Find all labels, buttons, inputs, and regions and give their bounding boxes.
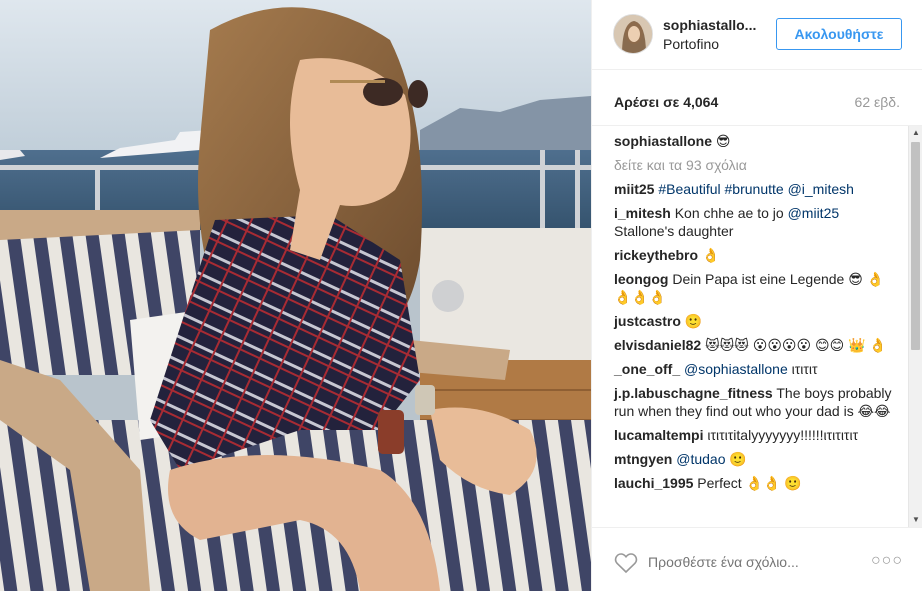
comment-text: 👌: [701, 247, 720, 263]
comment-username[interactable]: miit25: [614, 181, 654, 197]
add-comment-input[interactable]: [648, 550, 848, 574]
comment-username[interactable]: lauchi_1995: [614, 475, 693, 491]
comment-text-continued: Stallone's daughter: [614, 223, 734, 239]
comment-item: mtngyen @tudao 🙂: [614, 450, 897, 468]
comment-username[interactable]: elvisdaniel82: [614, 337, 701, 353]
caption-text: 😎: [715, 133, 731, 149]
comment-username[interactable]: j.p.labuschagne_fitness: [614, 385, 773, 401]
follow-button[interactable]: Ακολουθήστε: [776, 18, 902, 50]
comment-mention[interactable]: @miit25: [788, 205, 840, 221]
comment-item: i_mitesh Kon chhe ae to jo @miit25 Stall…: [614, 204, 897, 240]
comment-username[interactable]: leongog: [614, 271, 668, 287]
scroll-up-arrow-icon[interactable]: ▲: [909, 126, 922, 140]
comment-username[interactable]: mtngyen: [614, 451, 672, 467]
caption: sophiastallone 😎: [614, 132, 897, 150]
photo-illustration: [0, 0, 591, 591]
avatar-image: [614, 15, 652, 53]
comment-mention[interactable]: @tudao: [676, 451, 725, 467]
view-all-comments-link[interactable]: δείτε και τα 93 σχόλια: [614, 156, 897, 174]
comment-item: leongog Dein Papa ist eine Legende 😎 👌👌👌…: [614, 270, 897, 306]
comments-list: sophiastallone 😎 δείτε και τα 93 σχόλια …: [592, 126, 909, 527]
likes-row: Αρέσει σε 4,064 62 εβδ.: [592, 70, 922, 126]
comment-tags[interactable]: #Beautiful #brunutte @i_mitesh: [658, 181, 854, 197]
comment-footer: ○○○: [592, 527, 922, 591]
caption-username[interactable]: sophiastallone: [614, 133, 712, 149]
comment-item: miit25 #Beautiful #brunutte @i_mitesh: [614, 180, 897, 198]
comment-username[interactable]: _one_off_: [614, 361, 680, 377]
comment-text: ιτιτιτitalyyyyyyy!!!!!!ιτιτιτιτ: [707, 427, 859, 443]
comment-item: _one_off_ @sophiastallone ιτιτιτ: [614, 360, 897, 378]
more-options-icon[interactable]: ○○○: [871, 552, 903, 570]
comment-item: j.p.labuschagne_fitness The boys probabl…: [614, 384, 897, 420]
post-location[interactable]: Portofino: [663, 36, 719, 52]
post-side-panel: sophiastallo... Portofino Ακολουθήστε Αρ…: [591, 0, 922, 591]
comment-mention[interactable]: @sophiastallone: [684, 361, 788, 377]
comment-text: 😻😻😻 😮😮😮😮 😊😊 👑 👌: [705, 337, 887, 353]
likes-count[interactable]: Αρέσει σε 4,064: [614, 94, 718, 110]
post-age[interactable]: 62 εβδ.: [855, 94, 900, 110]
comment-username[interactable]: rickeythebro: [614, 247, 698, 263]
post-photo[interactable]: [0, 0, 591, 591]
post-username[interactable]: sophiastallo...: [663, 17, 759, 33]
comment-item: elvisdaniel82 😻😻😻 😮😮😮😮 😊😊 👑 👌: [614, 336, 897, 354]
heart-icon[interactable]: [614, 552, 638, 574]
comment-item: lucamaltempi ιτιτιτitalyyyyyyy!!!!!!ιτιτ…: [614, 426, 897, 444]
comment-item: rickeythebro 👌: [614, 246, 897, 264]
comment-text: 🙂: [725, 451, 747, 467]
comment-item: justcastro 🙂: [614, 312, 897, 330]
scrollbar-thumb[interactable]: [911, 142, 920, 350]
comment-text: Perfect 👌👌 🙂: [697, 475, 802, 491]
comment-username[interactable]: lucamaltempi: [614, 427, 703, 443]
comment-text: Kon chhe ae to jo: [674, 205, 788, 221]
comment-username[interactable]: i_mitesh: [614, 205, 671, 221]
post-header: sophiastallo... Portofino Ακολουθήστε: [592, 0, 922, 70]
avatar[interactable]: [613, 14, 653, 54]
comment-item: lauchi_1995 Perfect 👌👌 🙂: [614, 474, 897, 492]
comment-text: ιτιτιτ: [787, 361, 818, 377]
comments-scrollbar[interactable]: ▲ ▼: [908, 126, 922, 527]
comment-text: 🙂: [684, 313, 703, 329]
scroll-down-arrow-icon[interactable]: ▼: [909, 513, 922, 527]
comment-username[interactable]: justcastro: [614, 313, 681, 329]
